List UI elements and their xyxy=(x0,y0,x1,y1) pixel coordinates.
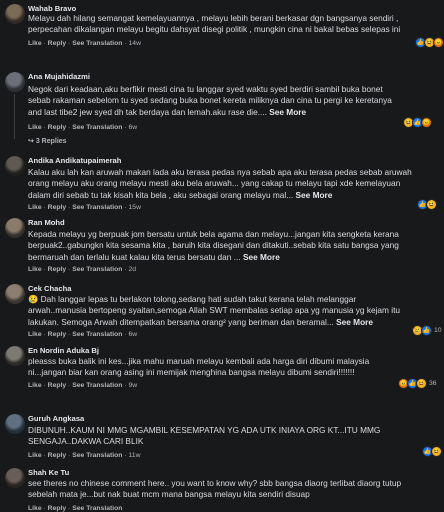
commenter-avatar[interactable] xyxy=(5,4,25,24)
reply-link[interactable]: Reply xyxy=(48,124,67,131)
commenter-avatar[interactable] xyxy=(5,156,25,176)
like-link[interactable]: Like xyxy=(28,204,42,211)
see-translation-link[interactable]: See Translation xyxy=(72,40,122,47)
timestamp[interactable]: 6w xyxy=(129,331,138,338)
commenter-name[interactable]: Wahab Bravo xyxy=(28,4,76,13)
see-translation-link[interactable]: See Translation xyxy=(72,331,122,338)
comment-actions: Like · Reply · See Translation · 9w xyxy=(28,382,137,389)
reply-link[interactable]: Reply xyxy=(48,266,67,273)
haha-reaction-icon: 😆 xyxy=(416,378,427,389)
commenter-name[interactable]: Ran Mohd xyxy=(28,218,65,227)
comment-text: pleasss buka balik ini kes...jika mahu m… xyxy=(28,356,393,379)
reaction-summary[interactable]: 😆 👍 😠 xyxy=(403,117,432,128)
comment-actions: Like · Reply · See Translation · 15w xyxy=(28,204,141,211)
see-translation-link[interactable]: See Translation xyxy=(72,204,122,211)
commenter-name[interactable]: Ana Mujahidazmi xyxy=(28,72,90,81)
see-more-link[interactable]: See More xyxy=(336,317,373,327)
comment-text-content: Kepada melayu yg berpuak jom bersatu unt… xyxy=(28,229,399,262)
reaction-summary[interactable]: 👍 😆 xyxy=(417,199,437,210)
like-link[interactable]: Like xyxy=(28,266,42,273)
see-more-link[interactable]: See More xyxy=(269,107,306,117)
timestamp[interactable]: 11w xyxy=(129,452,141,459)
commenter-avatar[interactable] xyxy=(5,284,25,304)
see-translation-link[interactable]: See Translation xyxy=(72,382,122,389)
reply-link[interactable]: Reply xyxy=(48,40,67,47)
reply-link[interactable]: Reply xyxy=(48,382,67,389)
comment-text: Kalau aku lah kan aruwah makan lada aku … xyxy=(28,167,413,201)
view-replies-link[interactable]: ↪ 3 Replies xyxy=(28,137,67,145)
commenter-name[interactable]: Andika Andikatupaimerah xyxy=(28,156,121,165)
comment-text: Kepada melayu yg berpuak jom bersatu unt… xyxy=(28,229,420,263)
commenter-avatar[interactable] xyxy=(5,414,25,434)
comment-text-content: Melayu dah hilang semangat kemelayuannya… xyxy=(28,13,401,35)
comment-actions: Like · Reply · See Translation · 14w xyxy=(28,40,141,47)
comment-actions: Like · Reply · See Translation · 6w xyxy=(28,331,137,338)
comment-text: Negok dari keadaan,aku berfikir mesti ci… xyxy=(28,84,406,118)
reaction-summary[interactable]: 👍 😆 xyxy=(422,446,442,457)
commenter-avatar[interactable] xyxy=(5,346,25,366)
timestamp[interactable]: 2d xyxy=(129,266,137,273)
comment-text: DIBUNUH..KAUM NI MMG MGAMBIL KESEMPATAN … xyxy=(28,425,420,448)
comment-text: 😢 Dah langgar lepas tu berlakon tolong,s… xyxy=(28,294,408,328)
comment-text-content: DIBUNUH..KAUM NI MMG MGAMBIL KESEMPATAN … xyxy=(28,425,381,447)
comment-text-content: Negok dari keadaan,aku berfikir mesti ci… xyxy=(28,84,392,117)
see-translation-link[interactable]: See Translation xyxy=(72,266,122,273)
timestamp[interactable]: 6w xyxy=(129,124,138,131)
commenter-name[interactable]: En Nordin Aduka Bj xyxy=(28,346,99,355)
commenter-name[interactable]: Guruh Angkasa xyxy=(28,414,84,423)
timestamp[interactable]: 15w xyxy=(129,204,141,211)
reaction-summary[interactable]: 😠 👍 😆 36 xyxy=(398,378,437,389)
like-reaction-icon: 👍 xyxy=(421,325,432,336)
comment-actions: Like · Reply · See Translation · 2d xyxy=(28,266,136,273)
like-link[interactable]: Like xyxy=(28,124,42,131)
reply-arrow-icon: ↪ xyxy=(28,138,36,145)
see-translation-link[interactable]: See Translation xyxy=(72,452,122,459)
like-link[interactable]: Like xyxy=(28,452,42,459)
see-translation-link[interactable]: See Translation xyxy=(72,124,122,131)
comment-text-content: see theres no chinese comment here.. you… xyxy=(28,478,402,500)
reply-link[interactable]: Reply xyxy=(48,452,67,459)
commenter-avatar[interactable] xyxy=(5,218,25,238)
reaction-summary[interactable]: 😢 👍 10 xyxy=(412,325,442,336)
commenter-avatar[interactable] xyxy=(5,72,25,92)
reaction-summary[interactable]: 👍😆😠127 xyxy=(415,37,444,48)
see-more-link[interactable]: See More xyxy=(243,252,280,262)
reply-link[interactable]: Reply xyxy=(48,204,67,211)
see-translation-link[interactable]: See Translation xyxy=(72,505,122,512)
haha-reaction-icon: 😆 xyxy=(426,199,437,210)
like-link[interactable]: Like xyxy=(28,331,42,338)
commenter-name[interactable]: Shah Ke Tu xyxy=(28,468,69,477)
commenter-avatar[interactable] xyxy=(5,468,25,488)
comment-text: Melayu dah hilang semangat kemelayuannya… xyxy=(28,13,420,36)
like-link[interactable]: Like xyxy=(28,382,42,389)
reply-link[interactable]: Reply xyxy=(48,331,67,338)
timestamp[interactable]: 9w xyxy=(129,382,138,389)
reaction-count: 10 xyxy=(434,327,442,334)
reaction-count: 36 xyxy=(429,380,437,387)
comment-text-content: pleasss buka balik ini kes...jika mahu m… xyxy=(28,356,370,378)
comment-actions: Like · Reply · See Translation xyxy=(28,505,122,512)
replies-count-label: 3 Replies xyxy=(35,138,67,145)
haha-reaction-icon: 😆 xyxy=(431,446,442,457)
angry-reaction-icon: 😠 xyxy=(433,37,444,48)
like-link[interactable]: Like xyxy=(28,505,42,512)
see-more-link[interactable]: See More xyxy=(296,190,333,200)
reply-link[interactable]: Reply xyxy=(48,505,67,512)
comment-actions: Like · Reply · See Translation · 11w xyxy=(28,452,140,459)
thread-line xyxy=(14,94,15,139)
comment-text-content: Kalau aku lah kan aruwah makan lada aku … xyxy=(28,167,412,200)
timestamp[interactable]: 14w xyxy=(129,40,141,47)
commenter-name[interactable]: Cek Chacha xyxy=(28,284,71,293)
comment-text: see theres no chinese comment here.. you… xyxy=(28,478,420,501)
angry-reaction-icon: 😠 xyxy=(421,117,432,128)
comment-actions: Like · Reply · See Translation · 6w xyxy=(28,124,137,131)
like-link[interactable]: Like xyxy=(28,40,42,47)
